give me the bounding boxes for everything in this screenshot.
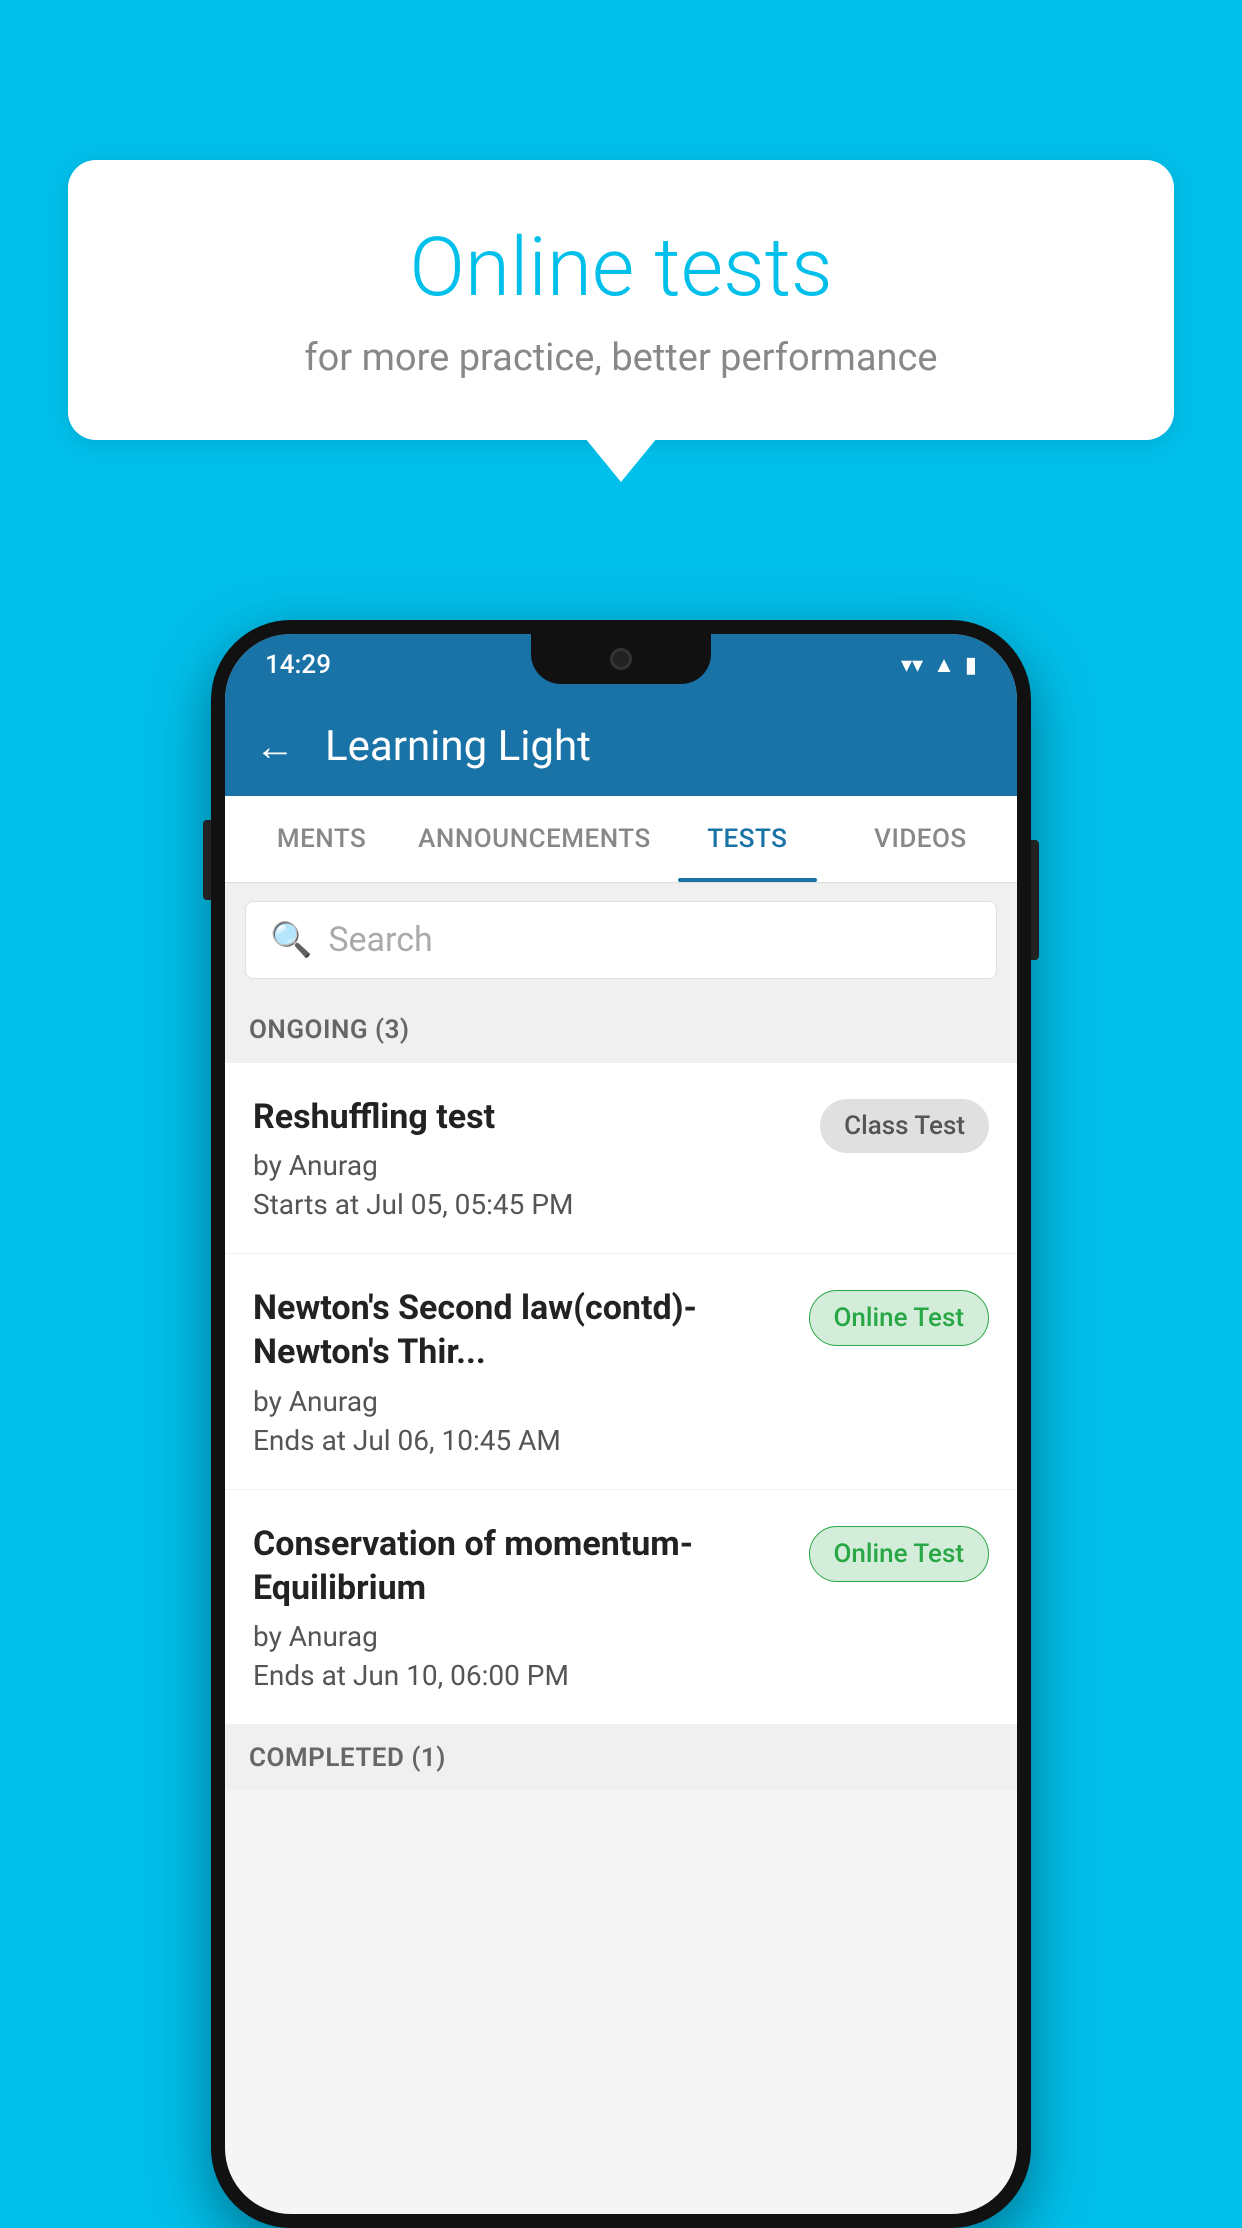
search-box[interactable]: 🔍 Search: [245, 901, 997, 979]
test-author: by Anurag: [253, 1149, 800, 1182]
test-author: by Anurag: [253, 1620, 789, 1653]
phone-wrapper: 14:29 ▾▾ ▲ ▮ ← Learning Light MENTS ANNO…: [211, 620, 1031, 2228]
test-item[interactable]: Reshuffling test by Anurag Starts at Jul…: [225, 1063, 1017, 1254]
wifi-icon: ▾▾: [901, 653, 923, 678]
tabs-bar: MENTS ANNOUNCEMENTS TESTS VIDEOS: [225, 796, 1017, 883]
test-title: Reshuffling test: [253, 1095, 800, 1139]
test-info: Conservation of momentum-Equilibrium by …: [253, 1522, 809, 1692]
test-time: Ends at Jun 10, 06:00 PM: [253, 1659, 789, 1692]
tab-ments[interactable]: MENTS: [235, 796, 408, 882]
phone-notch: [531, 634, 711, 684]
test-item[interactable]: Conservation of momentum-Equilibrium by …: [225, 1490, 1017, 1725]
test-time: Starts at Jul 05, 05:45 PM: [253, 1188, 800, 1221]
app-header: ← Learning Light: [225, 696, 1017, 796]
battery-icon: ▮: [965, 653, 977, 678]
test-list: Reshuffling test by Anurag Starts at Jul…: [225, 1063, 1017, 1725]
phone-frame: 14:29 ▾▾ ▲ ▮ ← Learning Light MENTS ANNO…: [211, 620, 1031, 2228]
search-icon: 🔍: [270, 920, 312, 960]
app-title: Learning Light: [325, 722, 591, 771]
test-badge-online: Online Test: [809, 1290, 990, 1346]
test-time: Ends at Jul 06, 10:45 AM: [253, 1424, 789, 1457]
test-badge-class: Class Test: [820, 1099, 989, 1153]
test-title: Conservation of momentum-Equilibrium: [253, 1522, 789, 1610]
speech-bubble-container: Online tests for more practice, better p…: [68, 160, 1174, 440]
signal-icon: ▲: [933, 652, 955, 678]
section-completed-label: COMPLETED (1): [225, 1725, 1017, 1791]
test-title: Newton's Second law(contd)-Newton's Thir…: [253, 1286, 789, 1374]
tab-announcements[interactable]: ANNOUNCEMENTS: [408, 796, 661, 882]
speech-bubble: Online tests for more practice, better p…: [68, 160, 1174, 440]
status-icons: ▾▾ ▲ ▮: [901, 652, 977, 678]
back-button[interactable]: ←: [255, 723, 295, 770]
phone-screen: 14:29 ▾▾ ▲ ▮ ← Learning Light MENTS ANNO…: [225, 634, 1017, 2214]
tab-tests[interactable]: TESTS: [661, 796, 834, 882]
test-info: Reshuffling test by Anurag Starts at Jul…: [253, 1095, 820, 1221]
camera: [610, 648, 632, 670]
test-author: by Anurag: [253, 1385, 789, 1418]
test-info: Newton's Second law(contd)-Newton's Thir…: [253, 1286, 809, 1456]
tab-videos[interactable]: VIDEOS: [834, 796, 1007, 882]
bubble-subtitle: for more practice, better performance: [148, 336, 1094, 380]
bubble-title: Online tests: [148, 220, 1094, 316]
test-item[interactable]: Newton's Second law(contd)-Newton's Thir…: [225, 1254, 1017, 1489]
test-badge-online: Online Test: [809, 1526, 990, 1582]
search-placeholder: Search: [328, 920, 432, 960]
section-ongoing-label: ONGOING (3): [225, 997, 1017, 1063]
status-time: 14:29: [265, 650, 331, 680]
search-container: 🔍 Search: [225, 883, 1017, 997]
